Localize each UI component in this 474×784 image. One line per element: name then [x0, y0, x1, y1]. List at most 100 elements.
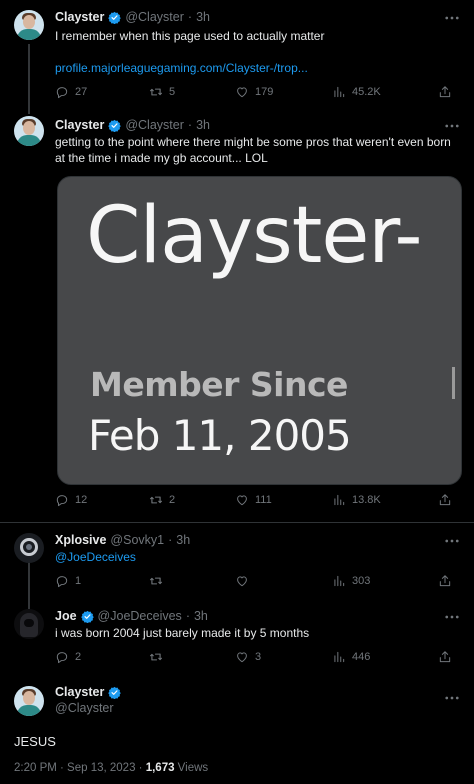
like-button[interactable]: 3: [235, 650, 261, 664]
retweet-icon: [149, 85, 163, 99]
handle[interactable]: @Clayster: [125, 118, 184, 132]
display-name[interactable]: Clayster: [55, 118, 104, 132]
retweet-count: 5: [169, 86, 176, 98]
share-icon: [438, 650, 452, 664]
like-icon: [235, 650, 249, 664]
avatar[interactable]: [14, 116, 44, 146]
display-name[interactable]: Clayster: [55, 10, 104, 24]
views-button[interactable]: 45.2K: [332, 85, 381, 99]
handle[interactable]: @Sovky1: [110, 533, 164, 547]
tweet-image[interactable]: Clayster- Member Since Feb 11, 2005: [57, 176, 462, 485]
timestamp[interactable]: 3h: [196, 10, 210, 24]
like-count: 179: [255, 86, 274, 98]
reply-button[interactable]: 27: [55, 85, 87, 99]
tweet-text: I remember when this page used to actual…: [55, 29, 325, 43]
handle[interactable]: @Clayster: [125, 10, 184, 24]
image-member-since-date: Feb 11, 2005: [88, 411, 352, 460]
tweet-3[interactable]: Xplosive @Sovky1 · 3h @JoeDeceives 1 303: [0, 523, 474, 609]
handle-row: @Clayster: [55, 701, 114, 715]
like-button[interactable]: 179: [235, 85, 273, 99]
handle[interactable]: @Clayster: [55, 701, 114, 715]
reply-button[interactable]: 2: [55, 650, 81, 664]
separator: ·: [168, 533, 173, 547]
share-button[interactable]: [438, 493, 452, 507]
verified-badge-icon: [108, 686, 121, 699]
views-icon: [332, 85, 346, 99]
more-icon[interactable]: [443, 117, 461, 135]
image-member-since-label: Member Since: [90, 365, 348, 404]
action-bar: 27 5 179 45.2K: [50, 85, 460, 101]
retweet-button[interactable]: 5: [149, 85, 175, 99]
thread-line: [28, 561, 30, 609]
image-edge-mark: [452, 367, 455, 399]
retweet-icon: [149, 650, 163, 664]
views-button[interactable]: 13.8K: [332, 493, 381, 507]
share-icon: [438, 493, 452, 507]
retweet-button[interactable]: [149, 650, 169, 664]
handle[interactable]: @JoeDeceives: [98, 609, 182, 623]
views-icon: [332, 493, 346, 507]
views-count: 13.8K: [352, 494, 381, 506]
tweet-text: i was born 2004 just barely made it by 5…: [55, 626, 310, 640]
share-icon: [438, 85, 452, 99]
avatar[interactable]: [14, 533, 44, 563]
retweet-icon: [149, 493, 163, 507]
retweet-button[interactable]: [149, 574, 169, 588]
avatar[interactable]: [14, 609, 44, 639]
tweet-header: Clayster @Clayster · 3h: [55, 10, 210, 24]
retweet-count: 2: [169, 494, 176, 506]
action-bar: 12 2 111 13.8K: [50, 493, 460, 509]
tweet-1[interactable]: Clayster @Clayster · 3h I remember when …: [0, 0, 474, 114]
tweet-header: Xplosive @Sovky1 · 3h: [55, 533, 190, 547]
tweet-text-line-2: at the time i made my gb account... LOL: [55, 151, 268, 165]
tweet-meta: 2:20 PM · Sep 13, 2023 · 1,673 Views: [14, 762, 208, 774]
reply-count: 1: [75, 575, 82, 587]
thread-line: [28, 44, 30, 114]
display-name[interactable]: Joe: [55, 609, 77, 623]
more-icon[interactable]: [443, 9, 461, 27]
avatar[interactable]: [14, 10, 44, 40]
retweet-button[interactable]: 2: [149, 493, 175, 507]
like-button[interactable]: 111: [235, 493, 272, 507]
share-button[interactable]: [438, 650, 452, 664]
tweet-4[interactable]: Joe @JoeDeceives · 3h i was born 2004 ju…: [0, 603, 474, 678]
tweet-header: Joe @JoeDeceives · 3h: [55, 609, 208, 623]
reply-icon: [55, 650, 69, 664]
display-name[interactable]: Xplosive: [55, 533, 106, 547]
share-button[interactable]: [438, 574, 452, 588]
avatar[interactable]: [14, 686, 44, 716]
like-icon: [235, 574, 249, 588]
timestamp[interactable]: 3h: [176, 533, 190, 547]
reply-icon: [55, 85, 69, 99]
like-count: 111: [255, 494, 272, 506]
share-button[interactable]: [438, 85, 452, 99]
views-label: Views: [174, 762, 209, 774]
main-tweet-text: JESUS: [14, 734, 56, 749]
views-button[interactable]: 303: [332, 574, 370, 588]
timestamp[interactable]: 3h: [196, 118, 210, 132]
reply-count: 2: [75, 651, 82, 663]
tweet-timestamp[interactable]: 2:20 PM · Sep 13, 2023 ·: [14, 762, 146, 774]
display-name[interactable]: Clayster: [55, 685, 104, 699]
like-button[interactable]: [235, 574, 255, 588]
more-icon[interactable]: [443, 608, 461, 626]
tweet-header: Clayster: [55, 685, 121, 699]
tweet-text-line-1: getting to the point where there might b…: [55, 135, 451, 149]
more-icon[interactable]: [443, 689, 461, 707]
separator: ·: [187, 10, 193, 24]
reply-button[interactable]: 1: [55, 574, 81, 588]
timestamp[interactable]: 3h: [194, 609, 208, 623]
like-icon: [235, 85, 249, 99]
separator: ·: [187, 118, 193, 132]
views-button[interactable]: 446: [332, 650, 370, 664]
tweet-link[interactable]: profile.majorleaguegaming.com/Clayster-/…: [55, 60, 308, 76]
verified-badge-icon: [108, 119, 121, 132]
tweet-text-mention[interactable]: @JoeDeceives: [55, 549, 136, 565]
separator: ·: [185, 609, 190, 623]
more-icon[interactable]: [443, 532, 461, 550]
reply-icon: [55, 493, 69, 507]
share-icon: [438, 574, 452, 588]
image-title: Clayster-: [86, 191, 423, 281]
reply-button[interactable]: 12: [55, 493, 87, 507]
views-count: 45.2K: [352, 86, 381, 98]
